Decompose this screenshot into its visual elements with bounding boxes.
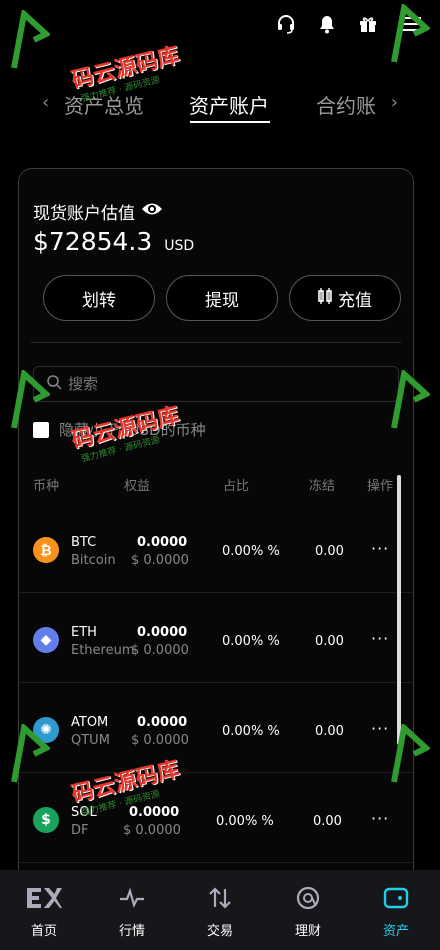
coin-symbol: SOL: [71, 805, 97, 820]
more-icon[interactable]: ···: [371, 809, 389, 828]
equity-value: 0.0000: [137, 625, 188, 640]
ratio-value: 0.00% %: [216, 814, 274, 829]
equity-usd: $ 0.0000: [131, 643, 189, 658]
bottom-nav: 首页 行情 交易 理财 资产: [0, 870, 440, 950]
equity-usd: $ 0.0000: [131, 553, 189, 568]
estimate-label-row: 现货账户估值: [33, 199, 163, 224]
table-row[interactable]: $ SOL DF 0.0000 $ 0.0000 0.00% % 0.00 ··…: [19, 773, 413, 863]
nav-finance-label: 理财: [294, 924, 321, 939]
eth-icon: ◆: [33, 627, 59, 653]
estimate-label: 现货账户估值: [33, 204, 135, 224]
table-row[interactable]: ◆ ETH Ethereum 0.0000 $ 0.0000 0.00% % 0…: [19, 593, 413, 683]
menu-icon[interactable]: [400, 14, 422, 34]
search-icon: [46, 374, 62, 394]
col-action: 操作: [367, 479, 394, 494]
finance-icon: [295, 886, 321, 914]
equity-value: 0.0000: [129, 805, 180, 820]
ratio-value: 0.00% %: [222, 544, 280, 559]
col-frozen: 冻结: [309, 479, 336, 494]
nav-home-label: 首页: [30, 924, 57, 939]
coin-name: DF: [71, 823, 89, 838]
home-logo-icon: [25, 886, 63, 914]
col-equity: 权益: [124, 479, 151, 494]
transfer-button[interactable]: 划转: [43, 275, 155, 321]
table-header: 币种 权益 占比 冻结 操作: [19, 475, 413, 495]
nav-assets-label: 资产: [382, 924, 409, 939]
frozen-value: 0.00: [313, 814, 342, 829]
coin-name: QTUM: [71, 733, 110, 748]
coin-symbol: ATOM: [71, 715, 109, 730]
withdraw-label: 提现: [205, 290, 239, 311]
hide-small-row: 隐藏小于1USD的币种: [33, 419, 206, 440]
atom-icon: ✺: [33, 717, 59, 743]
account-currency: USD: [164, 238, 195, 254]
active-tab-indicator: [190, 121, 270, 123]
nav-trade[interactable]: 交易: [176, 870, 264, 950]
coin-symbol: ETH: [71, 625, 97, 640]
frozen-value: 0.00: [315, 634, 344, 649]
equity-usd: $ 0.0000: [123, 823, 181, 838]
nav-market-label: 行情: [118, 924, 145, 939]
deposit-button[interactable]: 充值: [289, 275, 401, 321]
nav-trade-label: 交易: [206, 924, 233, 939]
eye-icon[interactable]: [141, 201, 163, 222]
nav-home[interactable]: 首页: [0, 870, 88, 950]
top-bar: [0, 0, 440, 56]
equity-value: 0.0000: [137, 715, 188, 730]
spot-account-card: 现货账户估值 $72854.3 USD 划转 提现 充值 隐藏小于1USD的币种…: [18, 168, 414, 888]
frozen-value: 0.00: [315, 544, 344, 559]
sol-icon: $: [33, 807, 59, 833]
frozen-value: 0.00: [315, 724, 344, 739]
deposit-icon: [318, 287, 332, 309]
transfer-label: 划转: [82, 290, 116, 311]
tab-prev-icon[interactable]: ‹: [42, 92, 49, 113]
ratio-value: 0.00% %: [222, 634, 280, 649]
account-amount: $72854.3: [33, 227, 153, 256]
coin-name: Bitcoin: [71, 553, 116, 568]
coin-symbol: BTC: [71, 535, 97, 550]
tab-overview[interactable]: 资产总览: [64, 90, 144, 119]
ratio-value: 0.00% %: [222, 724, 280, 739]
hide-small-checkbox[interactable]: [33, 421, 49, 438]
more-icon[interactable]: ···: [371, 539, 389, 558]
withdraw-button[interactable]: 提现: [166, 275, 278, 321]
nav-finance[interactable]: 理财: [264, 870, 352, 950]
search-input[interactable]: [68, 375, 368, 393]
equity-usd: $ 0.0000: [131, 733, 189, 748]
deposit-label: 充值: [338, 290, 372, 311]
coin-name: Ethereum: [71, 643, 135, 658]
table-row[interactable]: ✺ ATOM QTUM 0.0000 $ 0.0000 0.00% % 0.00…: [19, 683, 413, 773]
hide-small-label: 隐藏小于1USD的币种: [59, 421, 206, 439]
nav-assets[interactable]: 资产: [352, 870, 440, 950]
more-icon[interactable]: ···: [371, 719, 389, 738]
swap-icon: [207, 886, 233, 914]
tab-contract-account[interactable]: 合约账: [316, 90, 376, 119]
pulse-icon: [119, 886, 145, 914]
top-icons: [276, 14, 422, 34]
equity-value: 0.0000: [137, 535, 188, 550]
amount-row: $72854.3 USD: [33, 227, 194, 256]
tab-asset-account[interactable]: 资产账户: [189, 90, 269, 119]
more-icon[interactable]: ···: [371, 629, 389, 648]
col-ratio: 占比: [223, 479, 250, 494]
table-row[interactable]: ₿ BTC Bitcoin 0.0000 $ 0.0000 0.00% % 0.…: [19, 503, 413, 593]
wallet-icon: [383, 886, 409, 914]
search-box: [33, 366, 399, 402]
col-coin: 币种: [33, 479, 60, 494]
account-tabs: ‹ 资产总览 资产账户 合约账 ›: [0, 84, 440, 128]
divider: [31, 342, 401, 343]
gift-icon[interactable]: [358, 14, 378, 34]
nav-market[interactable]: 行情: [88, 870, 176, 950]
scrollbar[interactable]: [397, 475, 401, 745]
headset-icon[interactable]: [276, 14, 296, 34]
bell-icon[interactable]: [318, 14, 336, 34]
tab-next-icon[interactable]: ›: [391, 92, 398, 113]
btc-icon: ₿: [33, 537, 59, 563]
